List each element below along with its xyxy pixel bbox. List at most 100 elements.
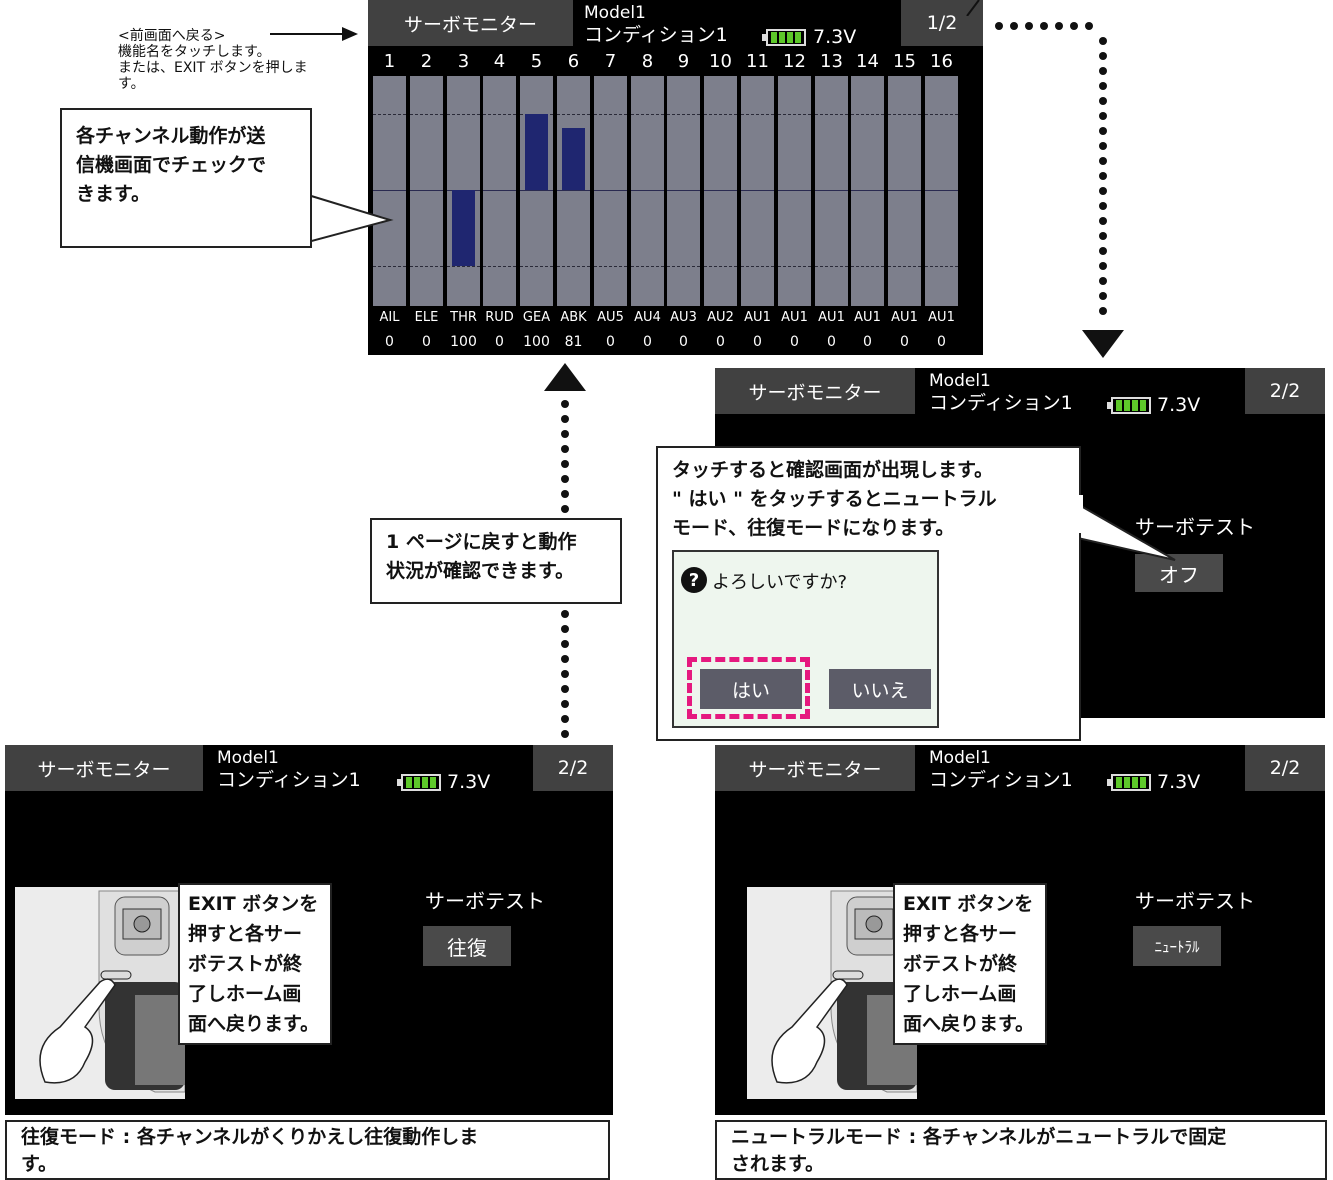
yes-button-highlight bbox=[687, 657, 810, 719]
channel-bar bbox=[667, 76, 700, 306]
channel-number: 4 bbox=[493, 51, 506, 72]
callout-line: 面へ戻ります。 bbox=[188, 1013, 320, 1035]
channel-bar-fill bbox=[452, 190, 475, 266]
channel-function: AIL bbox=[379, 310, 400, 325]
battery-voltage: 7.3V bbox=[447, 771, 491, 793]
caption-line: ニュートラルモード : 各チャンネルがニュートラルで固定 bbox=[731, 1126, 1227, 1148]
channel-number: 5 bbox=[530, 51, 543, 72]
caption-neutral-mode: ニュートラルモード : 各チャンネルがニュートラルで固定 されます。 bbox=[715, 1120, 1327, 1180]
callout-line: 押すと各サー bbox=[188, 923, 303, 945]
servo-test-mode-button[interactable]: ﾆｭｰﾄﾗﾙ bbox=[1133, 926, 1221, 966]
condition-name: コンディション1 bbox=[217, 769, 361, 791]
condition-name: コンディション1 bbox=[929, 769, 1073, 791]
page-button[interactable]: 2/2 bbox=[1245, 368, 1325, 414]
battery-icon bbox=[762, 29, 806, 46]
condition-name: コンディション1 bbox=[929, 392, 1073, 414]
channel-function: AU4 bbox=[634, 310, 661, 325]
servo-monitor-title-button[interactable]: サーボモニター bbox=[368, 0, 573, 46]
channel-bar bbox=[410, 76, 443, 306]
battery-icon bbox=[1107, 774, 1151, 791]
back-note-line: す。 bbox=[118, 76, 145, 92]
battery-icon bbox=[397, 774, 441, 791]
back-note-line: または、EXIT ボタンを押しま bbox=[118, 60, 308, 76]
channel-value: 0 bbox=[643, 334, 652, 350]
callout-exit-left: EXIT ボタンを 押すと各サー ボテストが終 了しホーム画 面へ戻ります。 bbox=[178, 883, 332, 1045]
channel-number: 11 bbox=[746, 51, 769, 72]
battery-voltage: 7.3V bbox=[1157, 771, 1201, 793]
channel-bar bbox=[704, 76, 737, 306]
channel-number: 15 bbox=[893, 51, 916, 72]
question-icon: ? bbox=[681, 567, 707, 593]
channel-bar bbox=[483, 76, 516, 306]
arrow-down-icon bbox=[1082, 330, 1124, 358]
callout-channel-check: 各チャンネル動作が送 信機画面でチェックで きます。 bbox=[60, 108, 312, 248]
servo-monitor-title-button[interactable]: サーボモニター bbox=[715, 368, 915, 414]
transmitter-exit-illustration bbox=[15, 887, 185, 1099]
channel-value: 0 bbox=[790, 334, 799, 350]
channel-bar bbox=[447, 76, 480, 306]
channel-bar bbox=[925, 76, 958, 306]
channel-value: 0 bbox=[495, 334, 504, 350]
channel-function: AU3 bbox=[670, 310, 697, 325]
channel-value: 0 bbox=[679, 334, 688, 350]
channel-value: 100 bbox=[450, 334, 477, 350]
channel-number: 14 bbox=[856, 51, 879, 72]
callout-line: 了しホーム画 bbox=[903, 983, 1017, 1005]
callout-line: ボテストが終 bbox=[903, 953, 1018, 975]
channel-number: 9 bbox=[677, 51, 690, 72]
servo-monitor-title-button[interactable]: サーボモニター bbox=[5, 745, 203, 791]
callout-line: EXIT ボタンを bbox=[903, 893, 1034, 915]
page-button[interactable]: 2/2 bbox=[1245, 745, 1325, 791]
channel-function: AU1 bbox=[854, 310, 881, 325]
channel-number: 6 bbox=[567, 51, 580, 72]
servo-test-mode-button[interactable]: 往復 bbox=[423, 926, 511, 966]
callout-line: 各チャンネル動作が送 bbox=[76, 125, 266, 147]
callout-line: 面へ戻ります。 bbox=[903, 1013, 1035, 1035]
callout-line: 1 ページに戻すと動作 bbox=[386, 531, 577, 553]
channel-number: 8 bbox=[641, 51, 654, 72]
channel-bar bbox=[557, 76, 590, 306]
caption-line: す。 bbox=[21, 1153, 58, 1175]
battery-icon bbox=[1107, 397, 1151, 414]
channel-number: 1 bbox=[383, 51, 396, 72]
svg-text:?: ? bbox=[689, 570, 699, 591]
channel-bar bbox=[631, 76, 664, 306]
channel-bar bbox=[778, 76, 811, 306]
model-name: Model1 bbox=[929, 371, 991, 391]
callout-line: EXIT ボタンを bbox=[188, 893, 319, 915]
channel-number: 2 bbox=[420, 51, 433, 72]
channel-function: RUD bbox=[485, 310, 514, 325]
callout-line: ボテストが終 bbox=[188, 953, 303, 975]
callout-line: 状況が確認できます。 bbox=[386, 560, 575, 582]
no-button[interactable]: いいえ bbox=[829, 669, 931, 709]
callout-page-back: 1 ページに戻すと動作 状況が確認できます。 bbox=[370, 518, 622, 604]
channel-value: 81 bbox=[564, 334, 583, 350]
channel-bar bbox=[888, 76, 921, 306]
back-arrow bbox=[270, 27, 358, 41]
caption-return-mode: 往復モード : 各チャンネルがくりかえし往復動作しま す。 bbox=[5, 1120, 610, 1180]
callout-line: " はい " をタッチするとニュートラル bbox=[672, 488, 997, 510]
caption-line: されます。 bbox=[731, 1153, 825, 1175]
channel-function: AU5 bbox=[597, 310, 624, 325]
battery-voltage: 7.3V bbox=[1157, 394, 1201, 416]
caption-line: 往復モード : 各チャンネルがくりかえし往復動作しま bbox=[21, 1126, 479, 1148]
back-note-line: 機能名をタッチします。 bbox=[118, 44, 271, 60]
servo-test-label: サーボテスト bbox=[425, 889, 545, 913]
channel-function: AU1 bbox=[781, 310, 808, 325]
channel-function: GEA bbox=[522, 310, 551, 325]
channel-value: 0 bbox=[827, 334, 836, 350]
callout-exit-right: EXIT ボタンを 押すと各サー ボテストが終 了しホーム画 面へ戻ります。 bbox=[893, 883, 1047, 1045]
channel-bar bbox=[851, 76, 884, 306]
channel-bar bbox=[520, 76, 553, 306]
channel-function: AU1 bbox=[928, 310, 955, 325]
page-button[interactable]: 2/2 bbox=[533, 745, 613, 791]
channel-value: 0 bbox=[716, 334, 725, 350]
channel-number: 13 bbox=[820, 51, 843, 72]
channel-bar bbox=[741, 76, 774, 306]
servo-monitor-title-button[interactable]: サーボモニター bbox=[715, 745, 915, 791]
callout-pointer bbox=[307, 193, 394, 244]
callout-line: モード、往復モードになります。 bbox=[672, 517, 955, 539]
channel-value: 0 bbox=[606, 334, 615, 350]
transmitter-exit-illustration bbox=[747, 887, 917, 1099]
channel-function: THR bbox=[450, 310, 477, 325]
